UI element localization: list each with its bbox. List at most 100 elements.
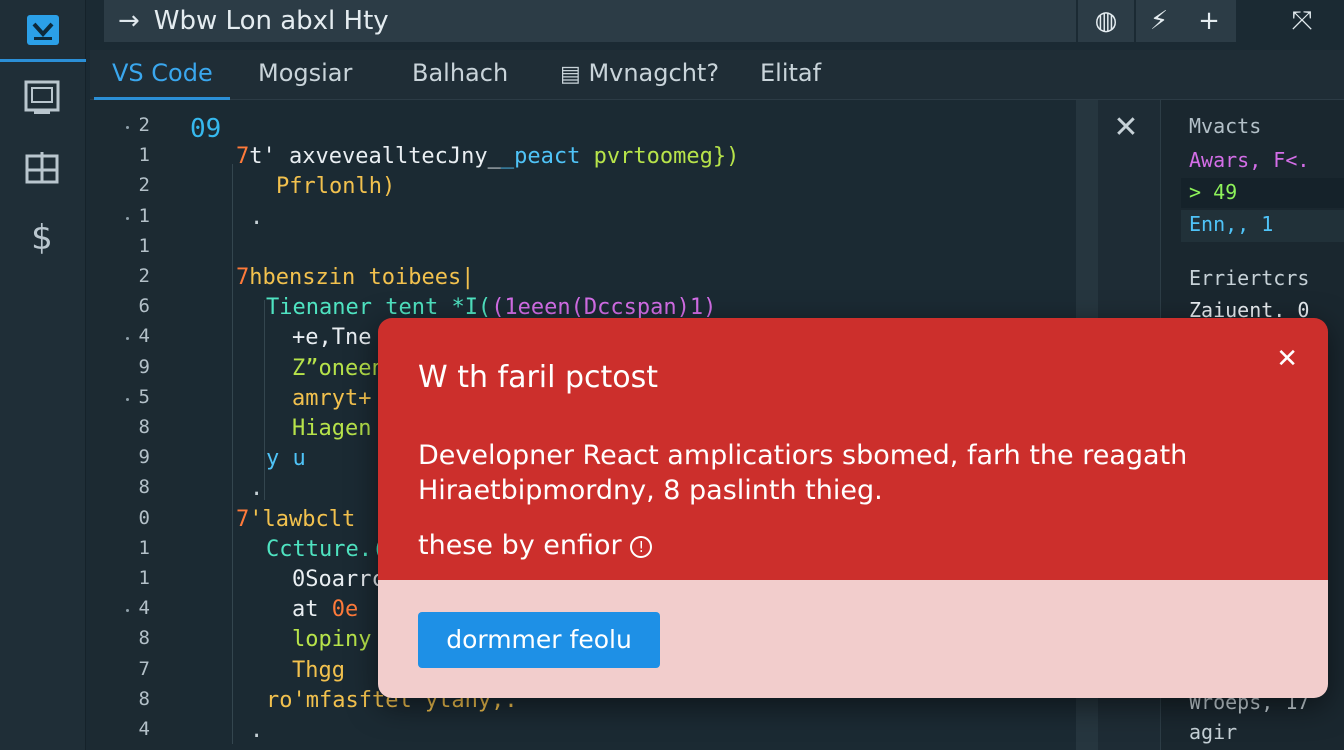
line-number: 5 — [138, 385, 150, 408]
code-token: at — [292, 597, 332, 623]
line-number: 4 — [138, 325, 150, 348]
line-number: 9 — [138, 355, 150, 378]
tab-label: Mvnagcht? — [588, 59, 720, 87]
code-line[interactable]: Z”oneen — [292, 356, 385, 381]
code-token: Hiagen — [292, 416, 372, 441]
code-line[interactable]: 7t' axvevealltecJny__peact pvrtoomeg}) — [236, 144, 739, 169]
code-token: +e,Tne — [292, 325, 372, 351]
panel-row[interactable]: agir — [1189, 720, 1237, 744]
close-icon[interactable]: ✕ — [1108, 110, 1144, 146]
code-token: (1eeen(Dccspan)1) — [491, 295, 717, 321]
line-number: 6 — [138, 295, 150, 318]
fold-marker[interactable] — [126, 337, 129, 341]
fold-marker[interactable] — [126, 397, 129, 401]
split-icon[interactable]: ⤧ — [1274, 0, 1330, 42]
line-number: 8 — [138, 687, 150, 710]
line-number: 1 — [138, 536, 150, 559]
file-icon: ▤ — [560, 62, 581, 87]
code-line[interactable]: lopiny — [292, 627, 371, 652]
lightning-icon[interactable]: ⚡ — [1136, 0, 1182, 42]
code-line[interactable]: at 0e — [292, 597, 358, 622]
title-bar: → Wbw Lon abxl Hty — [104, 0, 1076, 42]
code-token: toibees| — [368, 265, 475, 290]
code-token: . — [250, 476, 264, 502]
code-line[interactable]: Cctture.( — [266, 537, 385, 562]
code-token: 0e — [331, 597, 359, 623]
panel-row[interactable]: Awars, F<. — [1189, 148, 1309, 172]
error-dialog: W th faril pctost ✕ Developner React amp… — [378, 318, 1328, 698]
panel-heading: Mvacts — [1189, 114, 1262, 138]
panel-row[interactable]: Erriertcrs — [1189, 266, 1309, 290]
plus-icon[interactable]: + — [1182, 0, 1236, 42]
code-token: 7 — [236, 144, 250, 170]
grid-icon[interactable] — [22, 148, 62, 188]
arrow-right-icon[interactable]: → — [118, 6, 140, 36]
line-number: 1 — [138, 234, 150, 257]
code-token: hbenszin — [249, 265, 369, 290]
code-line[interactable]: Hiagen — [292, 416, 371, 441]
dialog-message-line: Hiraetbipmordny, 8 paslinth thieg. — [418, 475, 883, 506]
line-number: 8 — [138, 627, 150, 650]
code-token: amryt+ — [292, 385, 372, 411]
code-token: pvrtoomeg}) — [593, 144, 740, 170]
code-line[interactable]: Thgg — [292, 658, 345, 683]
code-line[interactable]: 09 — [190, 114, 221, 144]
dollar-icon[interactable]: $ — [22, 218, 62, 258]
code-line[interactable]: amryt+ — [292, 386, 371, 411]
code-line[interactable]: y u — [266, 446, 306, 471]
window-title: Wbw Lon abxl Hty — [153, 6, 389, 36]
tab-mvnagcht[interactable]: ▤ Mvnagcht? — [560, 50, 719, 100]
fold-marker[interactable] — [126, 126, 129, 129]
indent-guide — [232, 164, 233, 744]
info-icon[interactable]: ! — [630, 535, 653, 558]
code-token: Cctture.( — [266, 536, 386, 562]
code-line[interactable]: . — [250, 476, 263, 501]
logo-icon[interactable] — [0, 0, 86, 62]
dialog-message-line: Developner React amplicatiors sbomed, fa… — [418, 440, 1188, 471]
code-token: 7 — [236, 265, 250, 290]
dialog-action-button[interactable]: dormmer feolu — [418, 612, 660, 668]
code-token: Pfrlonlh) — [276, 174, 396, 200]
line-number: 8 — [138, 476, 150, 499]
code-line[interactable]: . — [250, 205, 263, 230]
tab-vs-code[interactable]: VS Code — [94, 50, 230, 100]
line-number: 1 — [138, 204, 150, 227]
code-line[interactable]: 7'lawbclt — [236, 507, 355, 532]
fold-marker[interactable] — [126, 609, 129, 613]
code-line[interactable]: +e,Tne — [292, 325, 371, 350]
code-line[interactable]: Pfrlonlh) — [276, 174, 395, 199]
code-token: Tienaner — [266, 295, 386, 321]
code-line[interactable]: 7hbenszin toibees| — [236, 265, 474, 290]
monitor-icon[interactable] — [22, 78, 62, 118]
line-number: 2 — [138, 265, 150, 287]
line-number: 4 — [138, 597, 150, 620]
close-icon[interactable]: ✕ — [1276, 344, 1298, 374]
line-number: 4 — [138, 718, 150, 740]
code-line[interactable]: 0Soarrc — [292, 567, 385, 592]
code-token: lopiny — [292, 627, 372, 653]
code-line[interactable]: Tienaner tent *I((1eeen(Dccspan)1) — [266, 295, 716, 320]
dialog-message: Developner React amplicatiors sbomed, fa… — [418, 438, 1308, 508]
activity-bar: $ — [0, 0, 86, 750]
dialog-subtext-label: these by enfior — [418, 530, 622, 561]
fold-marker[interactable] — [126, 216, 129, 220]
tab-elitaf[interactable]: Elitaf — [760, 50, 821, 100]
panel-row[interactable]: Enn,, 1 — [1189, 212, 1273, 236]
code-token: 0Soarrc — [292, 567, 385, 592]
tab-balhach[interactable]: Balhach — [412, 50, 508, 100]
line-number: 1 — [138, 144, 150, 167]
globe-icon[interactable]: ◍ — [1078, 0, 1134, 42]
code-token: _peact — [500, 144, 594, 170]
line-number: 7 — [138, 657, 150, 680]
code-token: . — [250, 718, 264, 743]
code-line[interactable]: . — [250, 718, 263, 743]
code-token: 09 — [190, 114, 222, 144]
code-token: . — [250, 204, 264, 230]
code-token: t' axvevealltecJny_ — [249, 144, 501, 170]
line-number: 1 — [138, 567, 150, 589]
tab-mogsiar[interactable]: Mogsiar — [258, 50, 352, 100]
line-number: 2 — [138, 174, 150, 197]
tab-bar: VS Code Mogsiar Balhach ▤ Mvnagcht? Elit… — [90, 50, 1344, 100]
line-number: 2 — [138, 114, 150, 136]
panel-row[interactable]: > 49 — [1189, 180, 1237, 204]
